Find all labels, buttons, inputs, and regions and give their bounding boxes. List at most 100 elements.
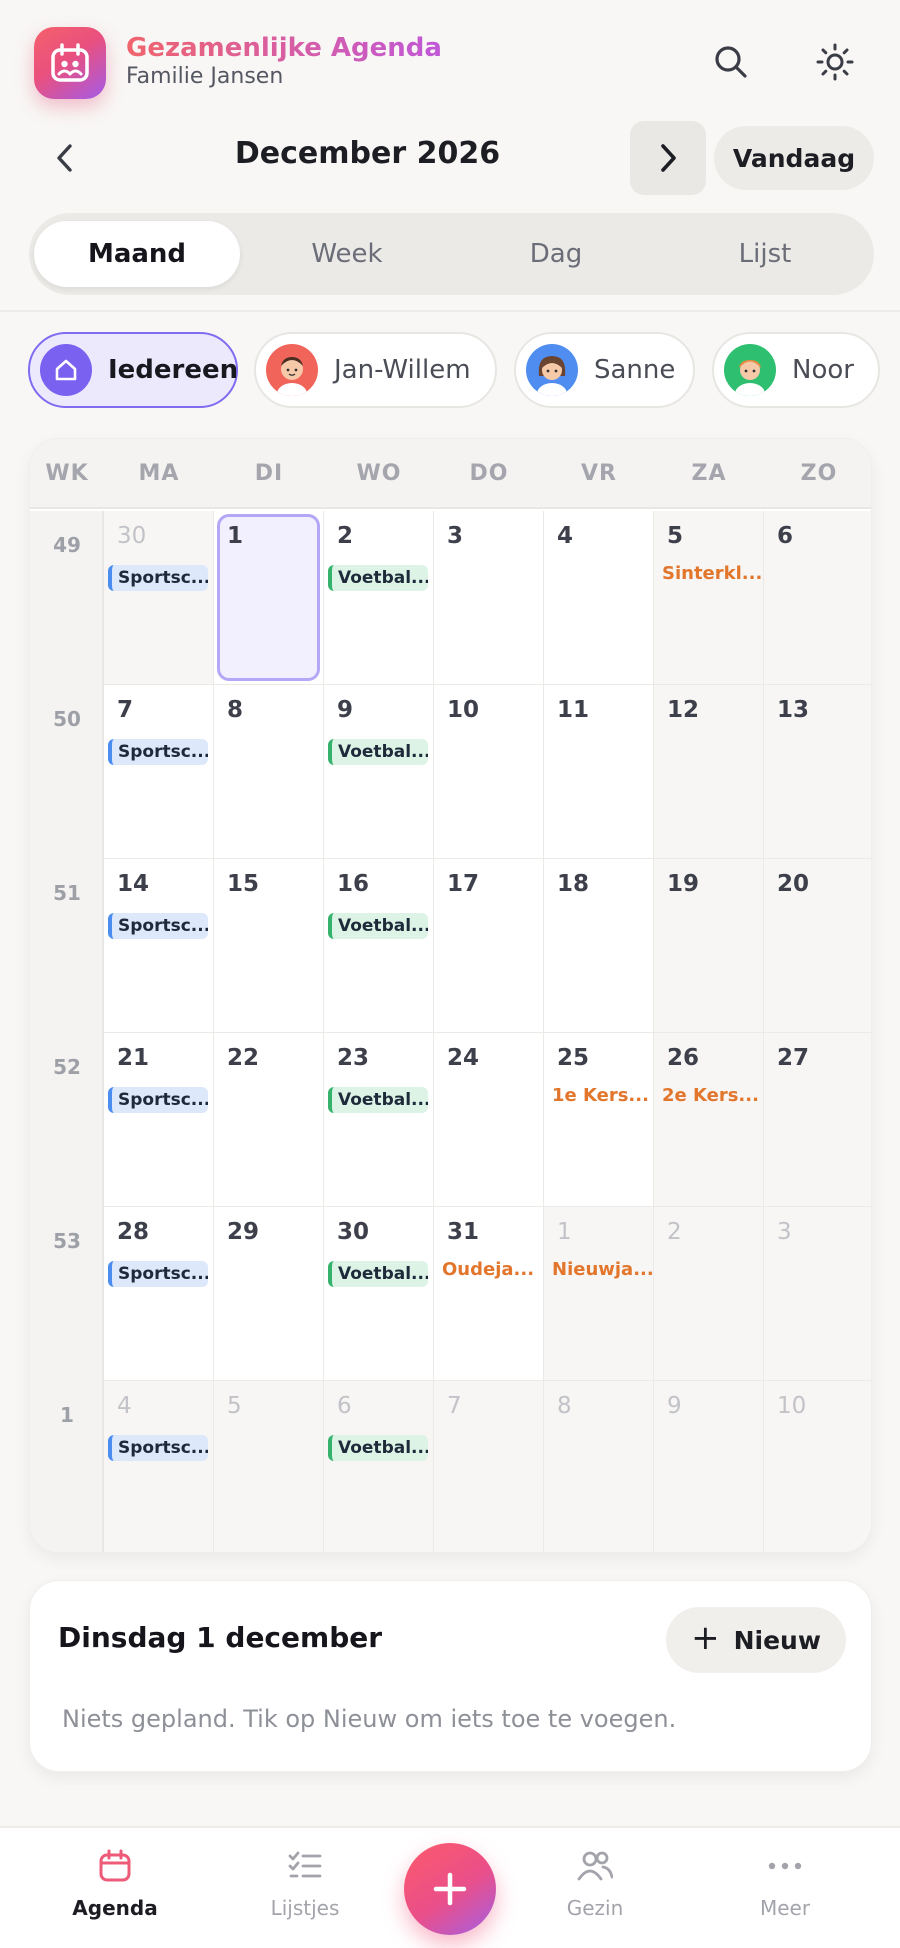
tab-month[interactable]: Maand xyxy=(34,221,240,287)
calendar-day[interactable]: 6 Voetbal... xyxy=(324,1381,434,1552)
calendar-day[interactable]: 4 Sportsc... xyxy=(104,1381,214,1552)
weekday-label: ZO xyxy=(800,461,838,486)
event-voetbal[interactable]: Voetbal... xyxy=(328,565,428,591)
calendar-day[interactable]: 11 xyxy=(544,685,654,859)
calendar-day[interactable]: 13 xyxy=(764,685,871,859)
day-number: 31 xyxy=(447,1219,480,1245)
event-sportschool[interactable]: Sportsc... xyxy=(108,1261,208,1287)
day-number: 17 xyxy=(447,871,480,897)
calendar-day[interactable]: 29 xyxy=(214,1207,324,1381)
calendar-day[interactable]: 25 1e Kers... xyxy=(544,1033,654,1207)
nav-label: Agenda xyxy=(72,1896,158,1920)
calendar-day[interactable]: 10 xyxy=(434,685,544,859)
calendar-day[interactable]: 2 Voetbal... xyxy=(324,511,434,685)
calendar-day[interactable]: 7 Sportsc... xyxy=(104,685,214,859)
plus-icon xyxy=(433,1872,467,1906)
day-number: 9 xyxy=(337,697,354,723)
event-voetbal[interactable]: Voetbal... xyxy=(328,1435,428,1461)
calendar-day[interactable]: 4 xyxy=(544,511,654,685)
calendar-day[interactable]: 31 Oudeja... xyxy=(434,1207,544,1381)
sun-icon[interactable] xyxy=(813,40,857,84)
event-voetbal[interactable]: Voetbal... xyxy=(328,739,428,765)
calendar-day[interactable]: 2 xyxy=(654,1207,764,1381)
day-number: 24 xyxy=(447,1045,480,1071)
calendar-day[interactable]: 6 xyxy=(764,511,871,685)
filter-chip-jan-willem[interactable]: Jan-Willem xyxy=(254,332,497,408)
calendar-day[interactable]: 20 xyxy=(764,859,871,1033)
calendar-day[interactable]: 9 xyxy=(654,1381,764,1552)
calendar-day[interactable]: 15 xyxy=(214,859,324,1033)
nav-label: Lijstjes xyxy=(270,1896,340,1920)
nav-meer[interactable]: Meer xyxy=(715,1846,855,1920)
day-number: 30 xyxy=(337,1219,370,1245)
next-month-button[interactable] xyxy=(630,121,706,195)
calendar-day[interactable]: 7 xyxy=(434,1381,544,1552)
filter-chip-sanne[interactable]: Sanne xyxy=(514,332,695,408)
calendar-day[interactable]: 24 xyxy=(434,1033,544,1207)
calendar-day[interactable]: 23 Voetbal... xyxy=(324,1033,434,1207)
event-voetbal[interactable]: Voetbal... xyxy=(328,1087,428,1113)
calendar-day[interactable]: 3 xyxy=(764,1207,871,1381)
day-number: 9 xyxy=(667,1393,682,1419)
chip-label: Iedereen xyxy=(108,355,239,385)
tab-list[interactable]: Lijst xyxy=(662,221,868,287)
calendar-day[interactable]: 22 xyxy=(214,1033,324,1207)
event-sportschool[interactable]: Sportsc... xyxy=(108,739,208,765)
calendar-day[interactable]: 8 xyxy=(214,685,324,859)
today-button[interactable]: Vandaag xyxy=(714,126,874,190)
filter-chip-everyone[interactable]: Iedereen xyxy=(28,332,238,408)
search-icon[interactable] xyxy=(709,40,753,84)
calendar-day[interactable]: 16 Voetbal... xyxy=(324,859,434,1033)
calendar-day[interactable]: 18 xyxy=(544,859,654,1033)
event-sportschool[interactable]: Sportsc... xyxy=(108,565,208,591)
tab-day[interactable]: Dag xyxy=(453,221,659,287)
calendar-day[interactable]: 12 xyxy=(654,685,764,859)
tab-week[interactable]: Week xyxy=(244,221,450,287)
calendar-day[interactable]: 8 xyxy=(544,1381,654,1552)
event-voetbal[interactable]: Voetbal... xyxy=(328,913,428,939)
calendar-day[interactable]: 5 xyxy=(214,1381,324,1552)
calendar-day-selected[interactable]: 1 xyxy=(214,511,324,685)
new-event-button[interactable]: + Nieuw xyxy=(666,1607,846,1673)
new-event-label: Nieuw xyxy=(733,1625,821,1655)
nav-gezin[interactable]: Gezin xyxy=(525,1846,665,1920)
day-number: 8 xyxy=(227,697,244,723)
holiday-label: Nieuwja... xyxy=(552,1259,654,1280)
calendar-day[interactable]: 9 Voetbal... xyxy=(324,685,434,859)
week-number-cell: 49 xyxy=(30,511,104,685)
previous-month-button[interactable] xyxy=(40,138,90,178)
day-number: 5 xyxy=(227,1393,242,1419)
event-voetbal[interactable]: Voetbal... xyxy=(328,1261,428,1287)
day-number: 13 xyxy=(777,697,810,723)
day-number: 10 xyxy=(447,697,480,723)
day-number: 2 xyxy=(667,1219,682,1245)
calendar-day[interactable]: 5 Sinterkl... xyxy=(654,511,764,685)
calendar-day[interactable]: 17 xyxy=(434,859,544,1033)
filter-chip-noor[interactable]: Noor xyxy=(712,332,880,408)
calendar-day[interactable]: 30 Voetbal... xyxy=(324,1207,434,1381)
people-icon xyxy=(525,1846,665,1886)
calendar-day[interactable]: 3 xyxy=(434,511,544,685)
calendar-day[interactable]: 28 Sportsc... xyxy=(104,1207,214,1381)
nav-lijstjes[interactable]: Lijstjes xyxy=(235,1846,375,1920)
event-sportschool[interactable]: Sportsc... xyxy=(108,913,208,939)
nav-agenda[interactable]: Agenda xyxy=(45,1846,185,1920)
event-sportschool[interactable]: Sportsc... xyxy=(108,1087,208,1113)
nav-label: Gezin xyxy=(566,1896,624,1920)
day-number: 22 xyxy=(227,1045,260,1071)
calendar-day[interactable]: 26 2e Kers... xyxy=(654,1033,764,1207)
calendar-day[interactable]: 10 xyxy=(764,1381,871,1552)
day-number: 10 xyxy=(777,1393,807,1419)
calendar-day[interactable]: 14 Sportsc... xyxy=(104,859,214,1033)
calendar-day[interactable]: 21 Sportsc... xyxy=(104,1033,214,1207)
day-number: 3 xyxy=(777,1219,792,1245)
calendar-day[interactable]: 27 xyxy=(764,1033,871,1207)
calendar-day[interactable]: 1 Nieuwja... xyxy=(544,1207,654,1381)
calendar-day[interactable]: 19 xyxy=(654,859,764,1033)
calendar-day[interactable]: 30 Sportsc... xyxy=(104,511,214,685)
month-navigation: December 2026 Vandaag xyxy=(0,118,900,198)
add-button[interactable] xyxy=(404,1843,496,1935)
day-number: 6 xyxy=(337,1393,352,1419)
day-number: 27 xyxy=(777,1045,810,1071)
event-sportschool[interactable]: Sportsc... xyxy=(108,1435,208,1461)
